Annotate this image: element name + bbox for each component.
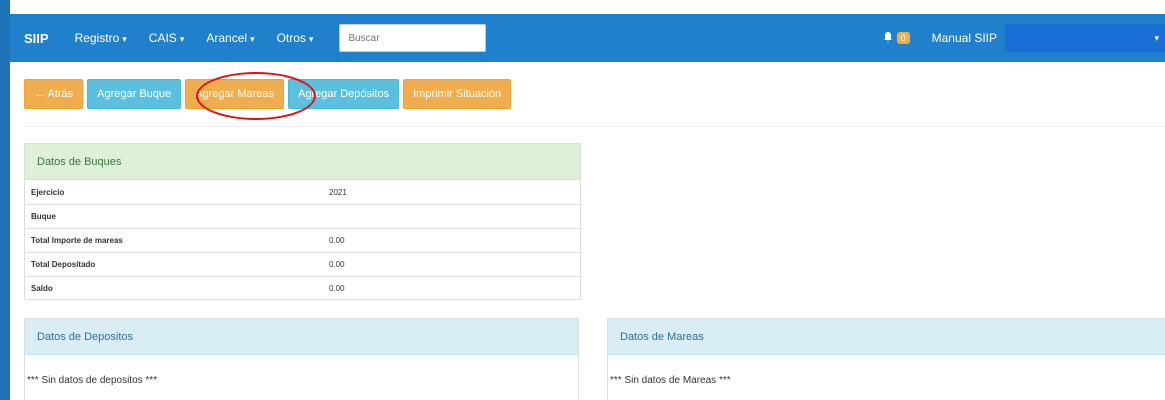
caret-down-icon: ▾ — [122, 34, 127, 44]
table-row: Buque — [25, 204, 580, 228]
back-button[interactable]: ← Atrás — [24, 79, 84, 109]
nav-menu-otros[interactable]: Otros ▾ — [277, 31, 314, 45]
divider — [24, 126, 1165, 127]
mareas-panel: Datos de Mareas *** Sin datos de Mareas … — [607, 318, 1165, 400]
buques-table: Ejercicio 2021 Buque Total Importe de mar… — [25, 180, 580, 300]
nav-menu-cais[interactable]: CAIS ▾ — [149, 31, 185, 45]
row-label: Saldo — [31, 284, 53, 293]
caret-down-icon: ▾ — [250, 34, 255, 44]
panel-title: Datos de Buques — [25, 144, 580, 180]
nav-menu-label: CAIS — [148, 31, 177, 45]
highlight-annotation — [196, 72, 316, 120]
nav-menu-label: Otros — [276, 31, 306, 45]
caret-down-icon: ▾ — [179, 34, 185, 44]
depositos-panel: Datos de Depositos *** Sin datos de depo… — [24, 318, 579, 400]
row-value: 0.00 — [329, 284, 345, 293]
user-name[interactable]: Manual SIIP — [932, 31, 997, 45]
panel-title: Datos de Mareas — [608, 319, 1165, 355]
row-label: Buque — [31, 212, 56, 221]
row-value: 0.00 — [329, 236, 345, 245]
bell-icon-svg — [883, 31, 892, 42]
left-edge-bar — [0, 0, 10, 400]
row-label: Ejercicio — [31, 187, 65, 197]
row-label: Total Depositado — [31, 260, 96, 269]
nav-menu-registro[interactable]: Registro ▾ — [75, 31, 127, 45]
search-input[interactable] — [339, 24, 487, 52]
nav-menu-arancel[interactable]: Arancel ▾ — [206, 31, 254, 45]
table-row: Ejercicio 2021 — [25, 180, 580, 204]
empty-state-text: *** Sin datos de depositos *** — [27, 375, 158, 386]
user-dropdown[interactable]: ▾ — [1005, 24, 1165, 52]
nav-menu-label: Registro — [74, 31, 120, 45]
navbar-right: 0 Manual SIIP ▾ — [882, 14, 1165, 62]
caret-down-icon: ▾ — [308, 34, 314, 44]
row-label: Total Importe de mareas — [31, 236, 123, 245]
table-row: Total Importe de mareas 0.00 — [25, 228, 580, 252]
notification-badge: 0 — [896, 32, 910, 44]
add-buque-button[interactable]: Agregar Buque — [87, 79, 182, 109]
chevron-down-icon: ▾ — [1154, 32, 1159, 43]
table-row: Saldo 0.00 — [25, 276, 580, 300]
table-row: Total Depositado 0.00 — [25, 252, 580, 276]
empty-state-text: *** Sin datos de Mareas *** — [610, 375, 731, 386]
buques-panel: Datos de Buques Ejercicio 2021 Buque Tota… — [24, 143, 581, 300]
panel-title: Datos de Depositos — [25, 319, 578, 355]
top-navbar: SIIP Registro▾ CAIS▾ Arancel▾ Otros▾ 0 M… — [10, 14, 1165, 62]
brand-logo[interactable]: SIIP — [24, 31, 49, 46]
nav-menu-label: Arancel — [206, 31, 248, 45]
row-value: 0.00 — [329, 260, 345, 269]
row-value: 2021 — [329, 187, 347, 197]
print-situation-button[interactable]: Imprimir Situación — [403, 79, 512, 109]
bell-icon[interactable] — [882, 31, 894, 46]
